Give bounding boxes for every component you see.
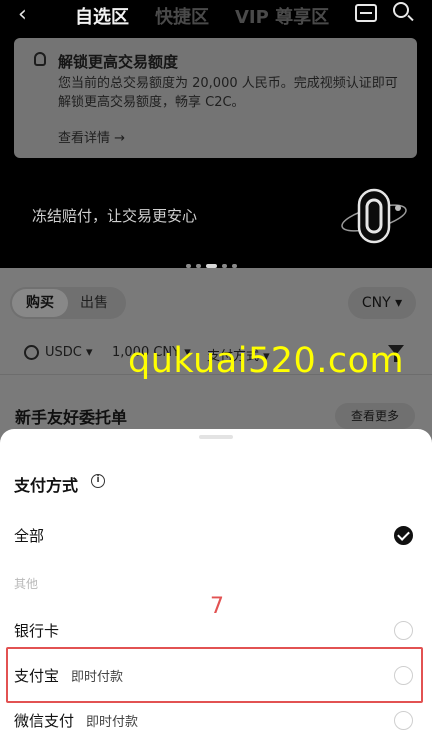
newbie-orders-title: 新手友好委托单 [15, 408, 128, 427]
scan-icon[interactable] [355, 4, 377, 22]
shield-coin-icon [341, 188, 407, 244]
view-details-link[interactable]: 查看详情 → [58, 127, 125, 146]
lightbulb-icon [34, 52, 46, 66]
sell-tab[interactable]: 出售 [80, 287, 108, 319]
currency-selector[interactable]: CNY ▾ [348, 287, 416, 319]
sheet-drag-handle[interactable] [199, 435, 233, 439]
radio-empty-icon[interactable] [394, 621, 413, 640]
buy-tab[interactable]: 购买 [12, 289, 68, 317]
usdc-coin-icon [24, 345, 39, 360]
option-wechat-pay[interactable]: 微信支付 即时付款 [14, 710, 138, 731]
tab-quick[interactable]: 快捷区 [155, 3, 209, 29]
limit-info-card: 解锁更高交易额度 您当前的总交易额度为 20,000 人民币。完成视频认证即可解… [14, 38, 417, 158]
tab-vip[interactable]: VIP 尊享区 [235, 3, 329, 29]
option-all[interactable]: 全部 [14, 525, 44, 546]
step-marker: 7 [210, 594, 224, 619]
option-label: 全部 [14, 527, 45, 545]
option-label: 微信支付 [14, 712, 75, 730]
radio-empty-icon[interactable] [394, 711, 413, 730]
info-icon[interactable]: i [91, 474, 105, 488]
top-nav-bar: ‹ 自选区 快捷区 VIP 尊享区 [0, 0, 432, 30]
banner-text[interactable]: 冻结赔付，让交易更安心 [32, 205, 197, 226]
option-label: 银行卡 [14, 622, 60, 640]
alipay-highlight-box [6, 647, 423, 703]
option-sub-label: 即时付款 [86, 715, 139, 730]
payment-method-sheet: 支付方式 i 全部 其他 银行卡 支付宝 即时付款 微信支付 即时付款 7 [0, 429, 432, 737]
group-label-other: 其他 [14, 577, 39, 591]
watermark-text: qukuai520.com [128, 341, 405, 381]
card-title: 解锁更高交易额度 [58, 53, 179, 71]
view-more-button[interactable]: 查看更多 [335, 403, 415, 429]
buy-sell-toggle: 购买 出售 [10, 287, 126, 319]
card-body-text: 您当前的总交易额度为 20,000 人民币。完成视频认证即可解锁更高交易额度，畅… [58, 76, 398, 110]
back-icon[interactable]: ‹ [18, 2, 27, 27]
search-icon[interactable] [393, 2, 409, 18]
option-bank-card[interactable]: 银行卡 [14, 620, 59, 641]
sheet-title: 支付方式 [14, 476, 79, 495]
tab-favorites[interactable]: 自选区 [75, 3, 129, 29]
coin-filter[interactable]: USDC ▾ [45, 345, 93, 360]
radio-checked-icon[interactable] [394, 526, 413, 545]
